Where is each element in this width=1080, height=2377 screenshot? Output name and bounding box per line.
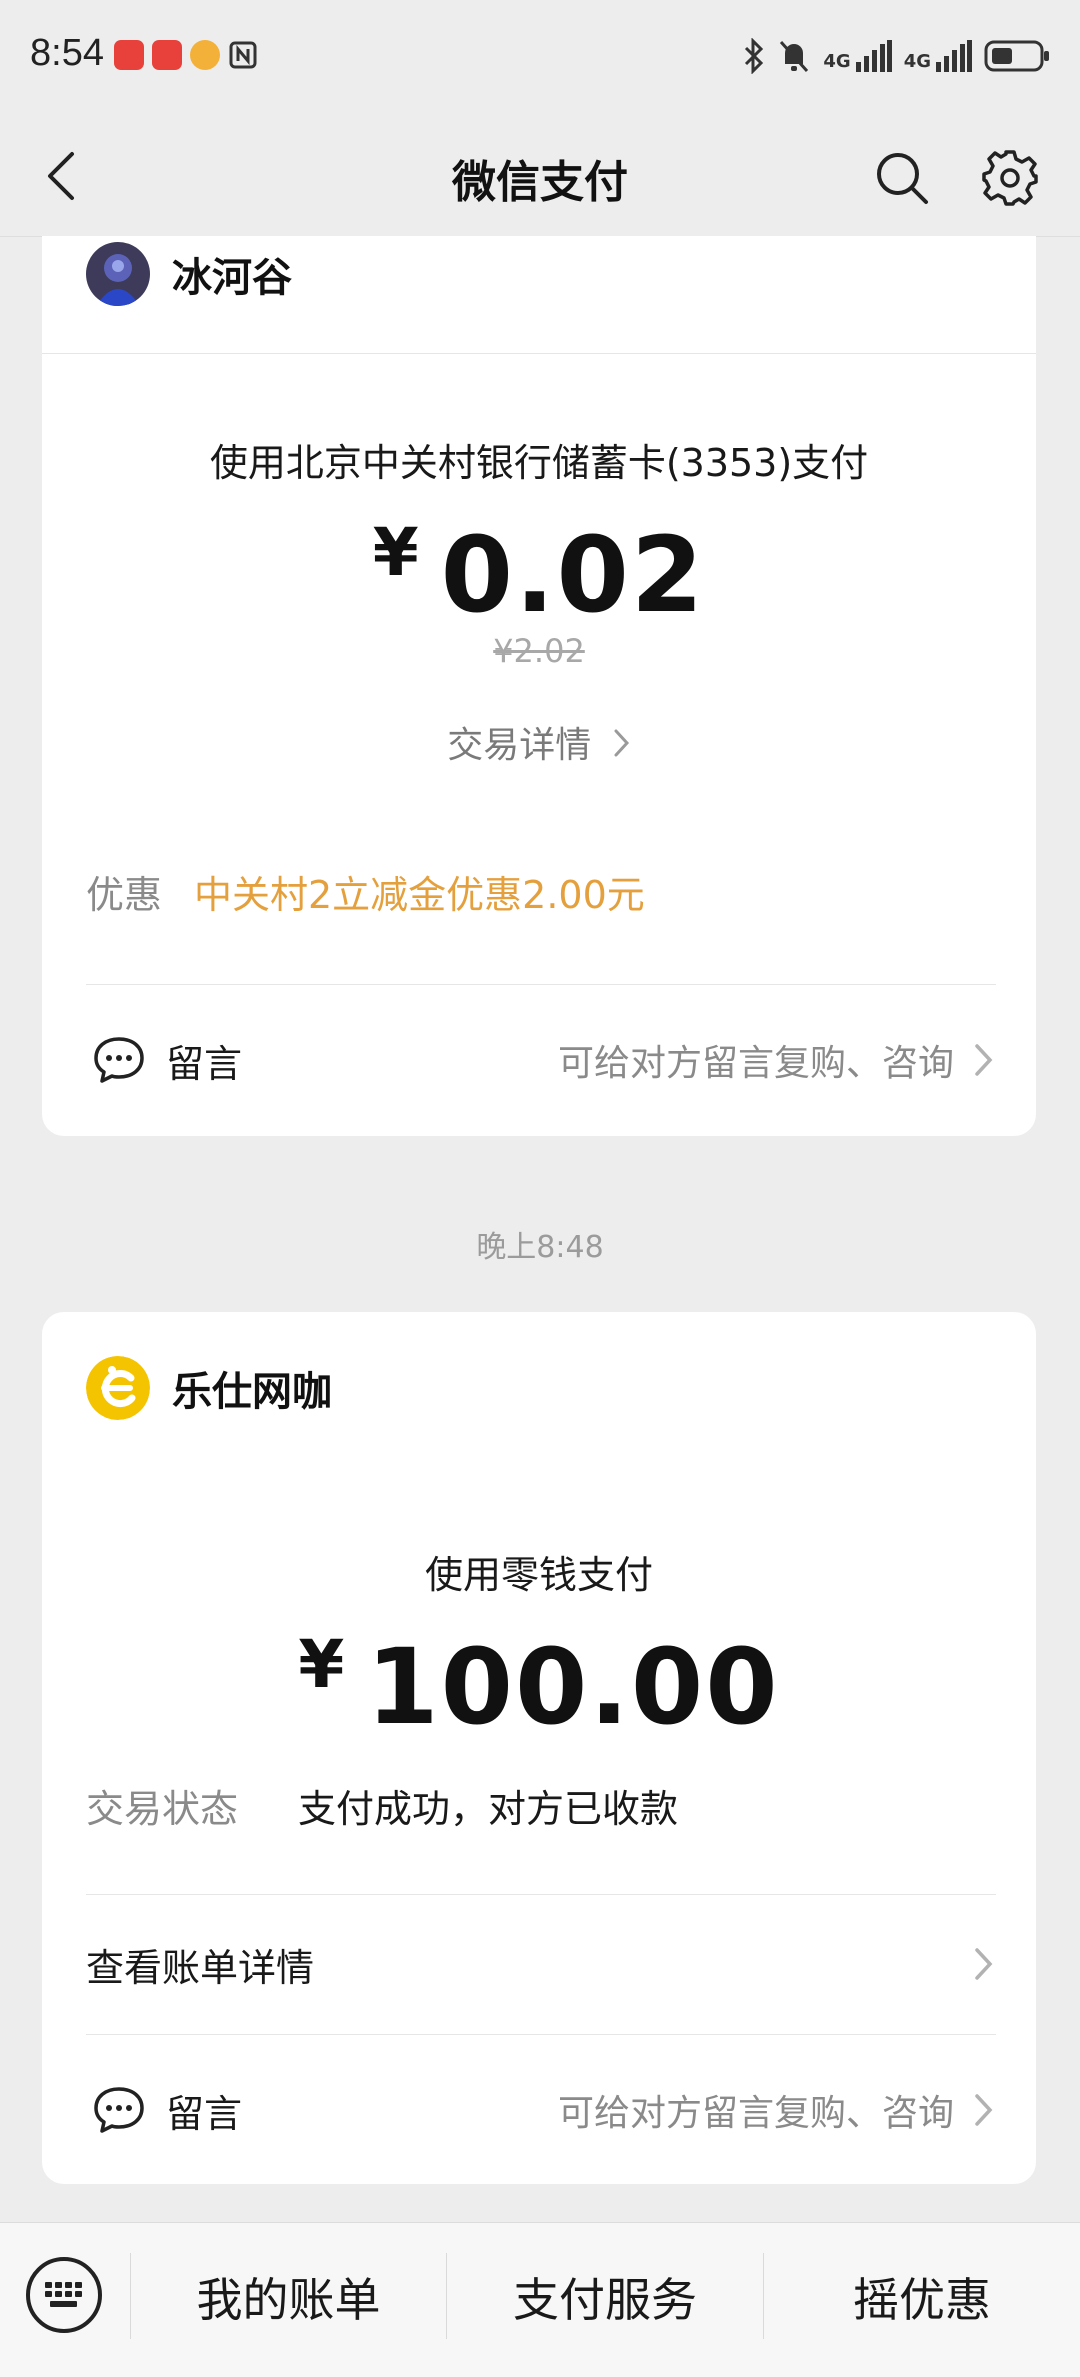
keyboard-toggle-button[interactable] (26, 2257, 102, 2333)
merchant-avatar (86, 242, 150, 306)
row-divider (86, 1894, 996, 1895)
payment-method: 使用北京中关村银行储蓄卡(3353)支付 (209, 441, 869, 485)
payment-amount: ¥0.02 (42, 514, 1036, 636)
message-hint: 可给对方留言复购、咨询 (557, 2093, 954, 2134)
merchant-name: 乐仕网咖 (172, 1369, 332, 1415)
chevron-right-icon (975, 2094, 993, 2126)
merchant-row[interactable]: 冰河谷 (86, 242, 292, 306)
amount-value: 0.02 (440, 514, 706, 636)
transaction-detail-label: 交易详情 (447, 725, 592, 766)
bottom-menu-bar: 我的账单 支付服务 摇优惠 (0, 2222, 1080, 2377)
transaction-card: 乐仕网咖 使用零钱支付 ¥100.00 交易状态 支付成功，对方已收款 查看账单… (42, 1312, 1036, 2184)
chat-bubble-icon (94, 2087, 144, 2133)
network-label: 4G (823, 51, 851, 72)
transaction-status-label: 交易状态 (86, 1787, 239, 1831)
app-notification-icon (152, 40, 182, 70)
original-amount-value: ¥2.02 (493, 632, 585, 670)
bill-detail-row[interactable]: 查看账单详情 (86, 1934, 996, 1994)
chevron-right-icon (614, 729, 629, 757)
bottom-menu-shake-discount[interactable]: 摇优惠 (764, 2223, 1080, 2377)
currency-symbol: ¥ (372, 514, 421, 591)
status-time: 8:54 (30, 32, 104, 74)
transaction-detail-link[interactable]: 交易详情 (42, 716, 1036, 768)
keyboard-icon (45, 2282, 82, 2307)
message-timestamp: 晚上8:48 (476, 1230, 604, 1265)
chat-bubble-icon (94, 1037, 144, 1083)
merchant-row[interactable]: 乐仕网咖 (86, 1356, 332, 1420)
header-divider (42, 353, 1036, 354)
currency-symbol: ¥ (298, 1626, 347, 1703)
app-notification-icon (114, 40, 144, 70)
message-row[interactable]: 留言 可给对方留言复购、咨询 (86, 2080, 996, 2140)
message-hint: 可给对方留言复购、咨询 (557, 1043, 954, 1084)
transaction-status-value: 支付成功，对方已收款 (298, 1787, 679, 1831)
message-label: 留言 (166, 2091, 243, 2136)
chevron-right-icon (975, 1044, 993, 1076)
original-amount: ¥2.02 (42, 632, 1036, 670)
status-app-icons (114, 40, 258, 70)
bottom-menu-pay-services[interactable]: 支付服务 (447, 2223, 763, 2377)
message-label: 留言 (166, 1041, 243, 1086)
nav-bar: 微信支付 (0, 118, 1080, 237)
row-divider (86, 984, 996, 985)
discount-value: 中关村2立减金优惠2.00元 (194, 873, 645, 917)
bill-detail-label: 查看账单详情 (86, 1945, 315, 1990)
gear-icon[interactable] (980, 148, 1040, 208)
mute-bell-icon (780, 40, 809, 73)
nfc-icon (229, 41, 257, 69)
message-row[interactable]: 留言 可给对方留言复购、咨询 (86, 1030, 996, 1090)
bluetooth-icon (745, 38, 764, 74)
payment-method: 使用零钱支付 (424, 1553, 653, 1597)
payment-amount: ¥100.00 (42, 1626, 1036, 1748)
status-bar: 8:54 4G 4G (0, 0, 1080, 118)
discount-label: 优惠 (86, 873, 163, 917)
merchant-name: 冰河谷 (172, 255, 292, 301)
network-label: 4G (903, 51, 931, 72)
status-icons: 4G 4G (743, 38, 1050, 74)
weibo-icon (190, 40, 220, 70)
signal-bars-icon (936, 40, 972, 72)
merchant-avatar (86, 1356, 150, 1420)
row-divider (86, 2034, 996, 2035)
signal-group-1: 4G (823, 40, 892, 72)
battery-icon (984, 40, 1049, 72)
signal-bars-icon (855, 40, 892, 72)
amount-value: 100.00 (366, 1626, 780, 1748)
search-icon[interactable] (874, 150, 930, 206)
chevron-right-icon (975, 1948, 993, 1980)
bottom-menu-my-bills[interactable]: 我的账单 (131, 2223, 446, 2377)
signal-group-2: 4G (904, 40, 972, 72)
transaction-card: 冰河谷 使用北京中关村银行储蓄卡(3353)支付 ¥0.02 ¥2.02 交易详… (42, 236, 1036, 1136)
